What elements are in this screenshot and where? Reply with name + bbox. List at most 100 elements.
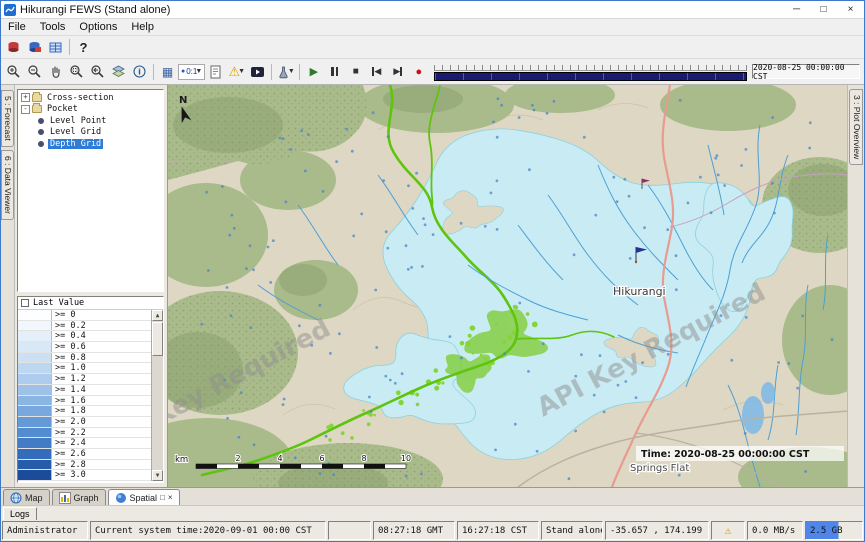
- export-database-button[interactable]: [24, 37, 45, 57]
- database-red-icon: [7, 41, 20, 54]
- tab-plot-overview[interactable]: 3 : Plot Overview: [849, 89, 863, 165]
- help-label: ?: [80, 40, 88, 55]
- collapse-toggle-icon[interactable]: -: [21, 105, 30, 114]
- zoom-box-button[interactable]: [66, 62, 87, 82]
- status-warning-cell[interactable]: ⚠: [711, 521, 745, 540]
- tab-data-viewer[interactable]: 6 : Data Viewer: [1, 150, 14, 220]
- close-button[interactable]: ×: [837, 1, 864, 18]
- play-button[interactable]: ▶: [303, 62, 324, 82]
- step-forward-icon: ▶: [393, 66, 400, 77]
- minimize-button[interactable]: ─: [783, 1, 810, 18]
- float-panel-button[interactable]: □: [160, 494, 165, 502]
- tab-spatial[interactable]: Spatial □ ×: [108, 489, 180, 505]
- zoom-in-button[interactable]: [3, 62, 24, 82]
- tree-leaf-level-grid[interactable]: Level Grid: [18, 127, 163, 139]
- animation-button[interactable]: [247, 62, 268, 82]
- legend-color-swatch: [18, 417, 52, 427]
- step-back-icon: ◀: [374, 66, 381, 77]
- legend-color-swatch: [18, 385, 52, 395]
- legend-color-swatch: [18, 321, 52, 331]
- record-button[interactable]: ●: [408, 62, 429, 82]
- maximize-button[interactable]: □: [810, 1, 837, 18]
- svg-text:4: 4: [277, 454, 282, 463]
- legend-color-swatch: [18, 470, 52, 480]
- step-forward-button[interactable]: ▶: [387, 62, 408, 82]
- layer-dot-icon: [38, 129, 44, 135]
- scroll-down-icon[interactable]: ▼: [152, 470, 163, 481]
- info-button[interactable]: i: [129, 62, 150, 82]
- toolbar-separator: [271, 64, 272, 80]
- town-label: Hikurangi: [613, 285, 666, 298]
- legend-color-swatch: [18, 374, 52, 384]
- tree-node-label[interactable]: Pocket: [45, 104, 80, 114]
- play-icon: ▶: [310, 65, 318, 78]
- scroll-thumb[interactable]: [152, 322, 163, 356]
- close-tab-button[interactable]: ×: [168, 494, 173, 502]
- scroll-up-icon[interactable]: ▲: [152, 310, 163, 321]
- scroll-track[interactable]: [152, 356, 163, 470]
- tree-leaf-level-point[interactable]: Level Point: [18, 115, 163, 127]
- tree-leaf-label[interactable]: Level Point: [48, 116, 108, 126]
- legend-color-swatch: [18, 428, 52, 438]
- tab-map[interactable]: Map: [3, 489, 50, 505]
- zoom-box-icon: [69, 64, 84, 79]
- menu-options[interactable]: Options: [72, 21, 124, 33]
- legend-row: >= 2.2: [18, 428, 163, 439]
- tree-node-pocket[interactable]: - Pocket: [18, 104, 163, 116]
- menu-tools[interactable]: Tools: [33, 21, 73, 33]
- legend-color-swatch: [18, 406, 52, 416]
- status-memory[interactable]: 2.5 GB: [805, 521, 863, 540]
- map-canvas[interactable]: API Key Required API Key Required Hikura…: [168, 85, 847, 487]
- timeline-slider[interactable]: [434, 65, 747, 81]
- legend-value: >= 0.8: [52, 353, 163, 363]
- expand-toggle-icon[interactable]: +: [21, 93, 30, 102]
- zoom-out-button[interactable]: [24, 62, 45, 82]
- grid-display-button[interactable]: ▦: [157, 62, 178, 82]
- profile-tool-button[interactable]: ▼: [275, 62, 296, 82]
- layers-icon: [111, 64, 126, 79]
- import-database-button[interactable]: [3, 37, 24, 57]
- thresholds-button[interactable]: ⚠ ▼: [226, 62, 247, 82]
- legend-value: >= 1.8: [52, 406, 163, 416]
- legend-row: >= 2.4: [18, 438, 163, 449]
- tree-leaf-label[interactable]: Level Grid: [48, 127, 103, 137]
- tab-graph[interactable]: Graph: [52, 489, 106, 505]
- archive-button[interactable]: [45, 37, 66, 57]
- tree-leaf-depth-grid[interactable]: Depth Grid: [18, 138, 163, 150]
- tree-node-label[interactable]: Cross-section: [45, 93, 116, 103]
- legend-value: >= 2.8: [52, 460, 163, 470]
- status-filler: [328, 521, 371, 540]
- legend-panel: Last Value >= 0>= 0.2>= 0.4>= 0.6>= 0.8>…: [17, 296, 164, 483]
- zoom-extent-button[interactable]: [87, 62, 108, 82]
- legend-value: >= 0.2: [52, 321, 163, 331]
- help-button[interactable]: ?: [73, 37, 94, 57]
- legend-scrollbar[interactable]: ▲ ▼: [151, 310, 163, 481]
- legend-row: >= 3.0: [18, 470, 163, 481]
- menu-file[interactable]: File: [1, 21, 33, 33]
- stop-button[interactable]: ■: [345, 62, 366, 82]
- step-back-button[interactable]: ◀: [366, 62, 387, 82]
- legend-color-swatch: [18, 353, 52, 363]
- status-system-time: Current system time:2020-09-01 00:00 CST: [90, 521, 326, 540]
- tree-node-cross-section[interactable]: + Cross-section: [18, 92, 163, 104]
- map-view[interactable]: API Key Required API Key Required Hikura…: [168, 85, 847, 487]
- legend-row: >= 1.6: [18, 396, 163, 407]
- legend-color-swatch: [18, 449, 52, 459]
- logs-button[interactable]: Logs: [3, 507, 37, 521]
- pause-button[interactable]: [324, 62, 345, 82]
- legend-title: Last Value: [33, 298, 84, 308]
- sphere-icon: [115, 492, 127, 504]
- pause-icon: [331, 67, 338, 76]
- dot-icon: ●: [181, 68, 185, 75]
- report-button[interactable]: [205, 62, 226, 82]
- timeline-bar[interactable]: [434, 72, 747, 81]
- svg-text:8: 8: [361, 454, 366, 463]
- menu-help[interactable]: Help: [124, 21, 161, 33]
- value-scale-dropdown[interactable]: ● 0:1 ▼: [178, 64, 205, 80]
- tree-leaf-label-selected[interactable]: Depth Grid: [48, 139, 103, 149]
- tab-forecast[interactable]: 5 : Forecast: [1, 90, 14, 147]
- timeline-ruler: [434, 65, 747, 71]
- last-value-checkbox[interactable]: [21, 299, 29, 307]
- pan-button[interactable]: [45, 62, 66, 82]
- layers-button[interactable]: [108, 62, 129, 82]
